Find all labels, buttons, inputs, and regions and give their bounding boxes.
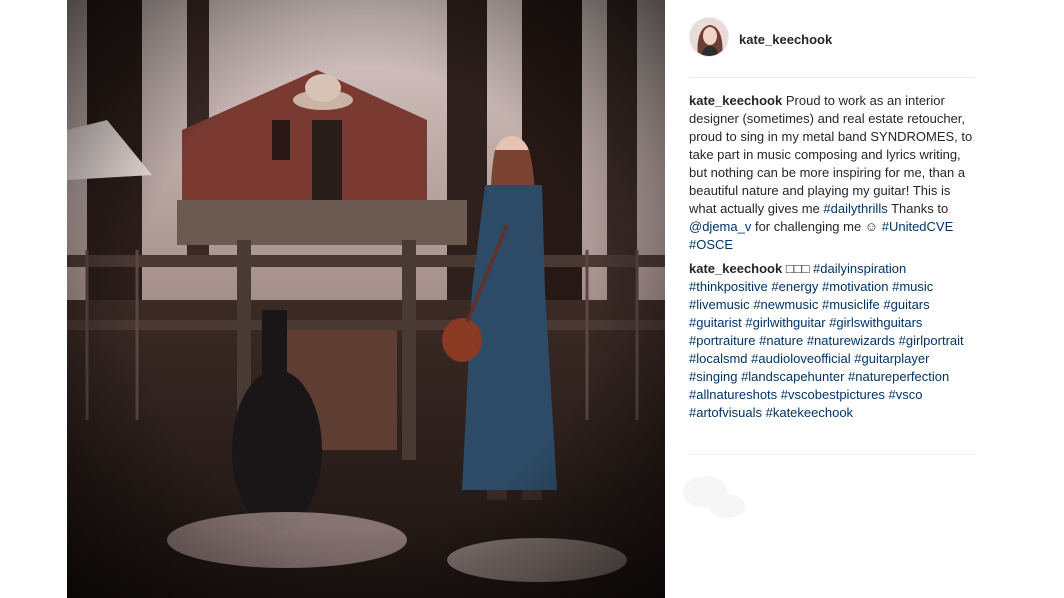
photo-artwork bbox=[67, 0, 665, 598]
hashtag-link[interactable]: #guitars bbox=[883, 297, 929, 312]
avatar-image bbox=[690, 18, 728, 56]
hashtag-link[interactable]: #motivation bbox=[822, 279, 888, 294]
hashtag-link[interactable]: #katekeechook bbox=[766, 405, 853, 420]
hashtag-link[interactable]: #UnitedCVE bbox=[882, 219, 954, 234]
comment-username[interactable]: kate_keechook bbox=[689, 261, 782, 276]
hashtag-link[interactable]: #portraiture bbox=[689, 333, 755, 348]
hashtag-link[interactable]: #nature bbox=[759, 333, 803, 348]
hashtag-link[interactable]: #girlswithguitars bbox=[829, 315, 922, 330]
hashtag-comment: kate_keechook □□□ #dailyinspiration #thi… bbox=[689, 260, 975, 422]
hashtag-link[interactable]: #localsmd bbox=[689, 351, 748, 366]
hashtag-link[interactable]: #artofvisuals bbox=[689, 405, 762, 420]
hashtag-link[interactable]: #thinkpositive bbox=[689, 279, 768, 294]
faded-shape bbox=[683, 476, 745, 518]
caption-text: Proud to work as an interior designer (s… bbox=[689, 93, 973, 216]
hashtag-link[interactable]: #allnatureshots bbox=[689, 387, 777, 402]
hashtag-link[interactable]: #vscobestpictures bbox=[781, 387, 885, 402]
post-author-username[interactable]: kate_keechook bbox=[739, 32, 832, 47]
hashtag-link[interactable]: #energy bbox=[771, 279, 818, 294]
caption-thanks-suffix: for challenging me ☺ bbox=[754, 219, 879, 234]
faded-graphic bbox=[675, 462, 755, 532]
hashtag-link[interactable]: #guitarplayer bbox=[854, 351, 929, 366]
hashtag-link[interactable]: #girlportrait bbox=[899, 333, 964, 348]
post-photo[interactable] bbox=[67, 0, 665, 598]
comment-emoji: □□□ bbox=[785, 261, 810, 276]
caption-username[interactable]: kate_keechook bbox=[689, 93, 782, 108]
post-sidebar: kate_keechook kate_keechook Proud to wor… bbox=[665, 0, 1000, 598]
hashtag-link[interactable]: #vsco bbox=[888, 387, 922, 402]
hashtag-link[interactable]: #naturewizards bbox=[807, 333, 895, 348]
header-divider bbox=[689, 77, 975, 78]
comments-section: kate_keechook Proud to work as an interi… bbox=[689, 92, 975, 428]
hashtag-link[interactable]: #audioloveofficial bbox=[751, 351, 851, 366]
hashtag-link[interactable]: #music bbox=[892, 279, 933, 294]
hashtag-link[interactable]: #dailyinspiration bbox=[813, 261, 906, 276]
comments-divider bbox=[689, 454, 975, 455]
caption-comment: kate_keechook Proud to work as an interi… bbox=[689, 92, 975, 254]
avatar[interactable] bbox=[689, 17, 729, 57]
hashtag-link[interactable]: #natureperfection bbox=[848, 369, 949, 384]
hashtag-link[interactable]: #girlwithguitar bbox=[745, 315, 825, 330]
hashtag-link[interactable]: #guitarist bbox=[689, 315, 742, 330]
hashtag-link[interactable]: #OSCE bbox=[689, 237, 733, 252]
hashtag-link[interactable]: #newmusic bbox=[753, 297, 818, 312]
hashtag-link[interactable]: #livemusic bbox=[689, 297, 750, 312]
hashtag-link[interactable]: #landscapehunter bbox=[741, 369, 844, 384]
caption-thanks-prefix: Thanks to bbox=[891, 201, 949, 216]
post-header: kate_keechook bbox=[689, 17, 975, 77]
hashtag-link[interactable]: #musiclife bbox=[822, 297, 880, 312]
mention-link[interactable]: @djema_v bbox=[689, 219, 751, 234]
hashtag-link[interactable]: #singing bbox=[689, 369, 737, 384]
hashtag-link[interactable]: #dailythrills bbox=[823, 201, 887, 216]
